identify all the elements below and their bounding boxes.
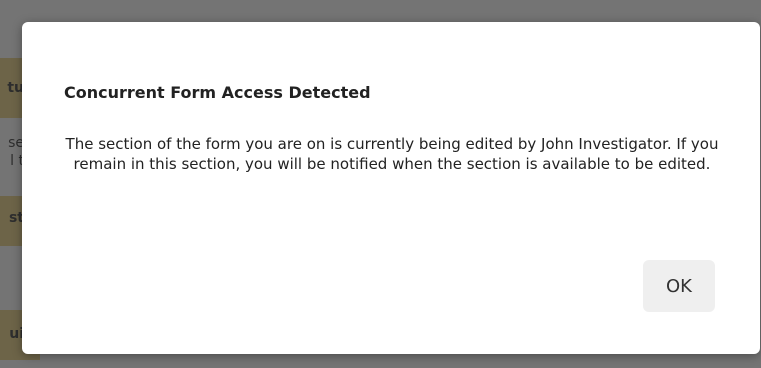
dialog-title: Concurrent Form Access Detected [64, 83, 371, 102]
background-text-fragment: st [8, 210, 24, 226]
dialog-message: The section of the form you are on is cu… [65, 135, 719, 173]
background-text-fragment: l t [10, 153, 24, 169]
concurrent-access-dialog: Concurrent Form Access Detected The sect… [22, 22, 760, 354]
background-text-fragment: ui [9, 326, 24, 342]
background-text-fragment: se [8, 135, 24, 151]
ok-button[interactable]: OK [643, 260, 715, 312]
background-text-fragment: tu [7, 80, 24, 96]
